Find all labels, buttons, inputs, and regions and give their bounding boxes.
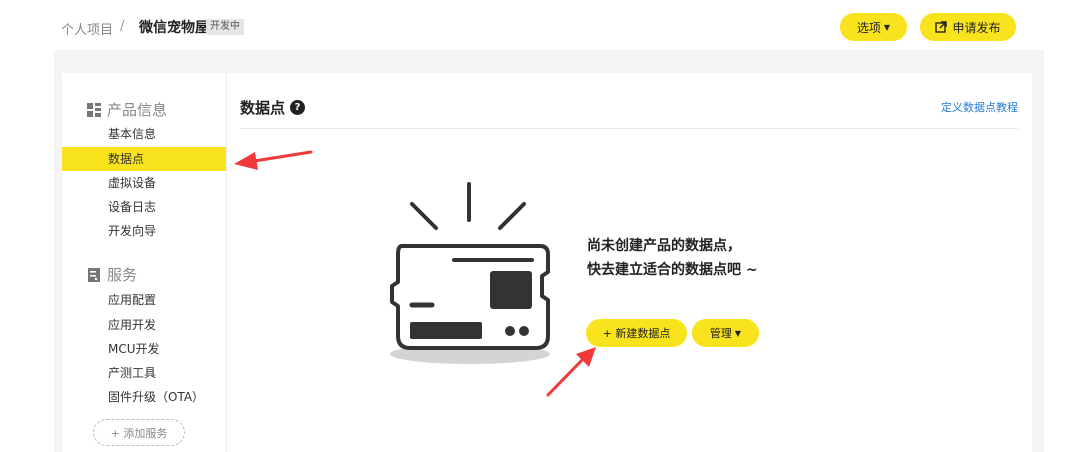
empty-line-2: 快去建立适合的数据点吧 ~	[587, 262, 758, 278]
sidebar-section-label: 服务	[107, 266, 138, 284]
breadcrumb-separator: /	[120, 19, 125, 34]
empty-state-message: 尚未创建产品的数据点， 快去建立适合的数据点吧 ~	[587, 234, 758, 282]
sidebar-section-label: 产品信息	[107, 101, 168, 119]
server-icon	[88, 267, 100, 282]
grid-icon	[87, 102, 101, 117]
page-title-text: 数据点	[240, 99, 286, 117]
title-divider	[240, 128, 1018, 129]
sidebar-item-mcu-dev[interactable]: MCU开发	[62, 337, 226, 361]
new-datapoint-button[interactable]: + 新建数据点	[586, 319, 687, 347]
sidebar-item-ota[interactable]: 固件升级（OTA）	[62, 385, 226, 409]
sidebar-item-test-tool[interactable]: 产测工具	[62, 361, 226, 385]
empty-line-1: 尚未创建产品的数据点，	[587, 238, 741, 254]
options-label: 选项	[856, 20, 881, 35]
sidebar-item-dev-guide[interactable]: 开发向导	[62, 219, 226, 243]
help-icon[interactable]: ?	[290, 100, 306, 115]
caret-down-icon: ▼	[734, 328, 742, 338]
top-header: 个人项目 / 微信宠物屋 开发中 选项 ▼ 申请发布	[54, 10, 1044, 50]
project-name: 微信宠物屋	[139, 20, 209, 36]
sidebar-item-device-log[interactable]: 设备日志	[62, 195, 226, 219]
sidebar-item-app-config[interactable]: 应用配置	[62, 288, 226, 312]
external-link-icon	[935, 21, 948, 33]
caret-down-icon: ▼	[883, 22, 891, 32]
publish-button[interactable]: 申请发布	[920, 13, 1016, 41]
empty-device-illustration	[390, 182, 550, 364]
sidebar-divider	[226, 73, 227, 452]
page-title: 数据点 ?	[240, 97, 306, 118]
breadcrumb-root[interactable]: 个人项目	[61, 19, 113, 38]
publish-label: 申请发布	[952, 20, 1001, 35]
sidebar-section-service: 服务	[87, 264, 137, 285]
options-button[interactable]: 选项 ▼	[840, 13, 907, 41]
manage-button[interactable]: 管理 ▼	[692, 319, 759, 347]
add-service-button[interactable]: + 添加服务	[93, 419, 185, 446]
tutorial-link[interactable]: 定义数据点教程	[941, 99, 1018, 115]
sidebar-item-virtual-device[interactable]: 虚拟设备	[62, 171, 226, 195]
status-badge: 开发中	[206, 19, 244, 35]
manage-label: 管理	[709, 327, 732, 340]
sidebar-item-basic-info[interactable]: 基本信息	[62, 122, 226, 146]
sidebar-item-app-dev[interactable]: 应用开发	[62, 313, 226, 337]
sidebar-section-product: 产品信息	[87, 99, 167, 120]
sidebar-item-datapoints[interactable]: 数据点	[62, 147, 226, 171]
